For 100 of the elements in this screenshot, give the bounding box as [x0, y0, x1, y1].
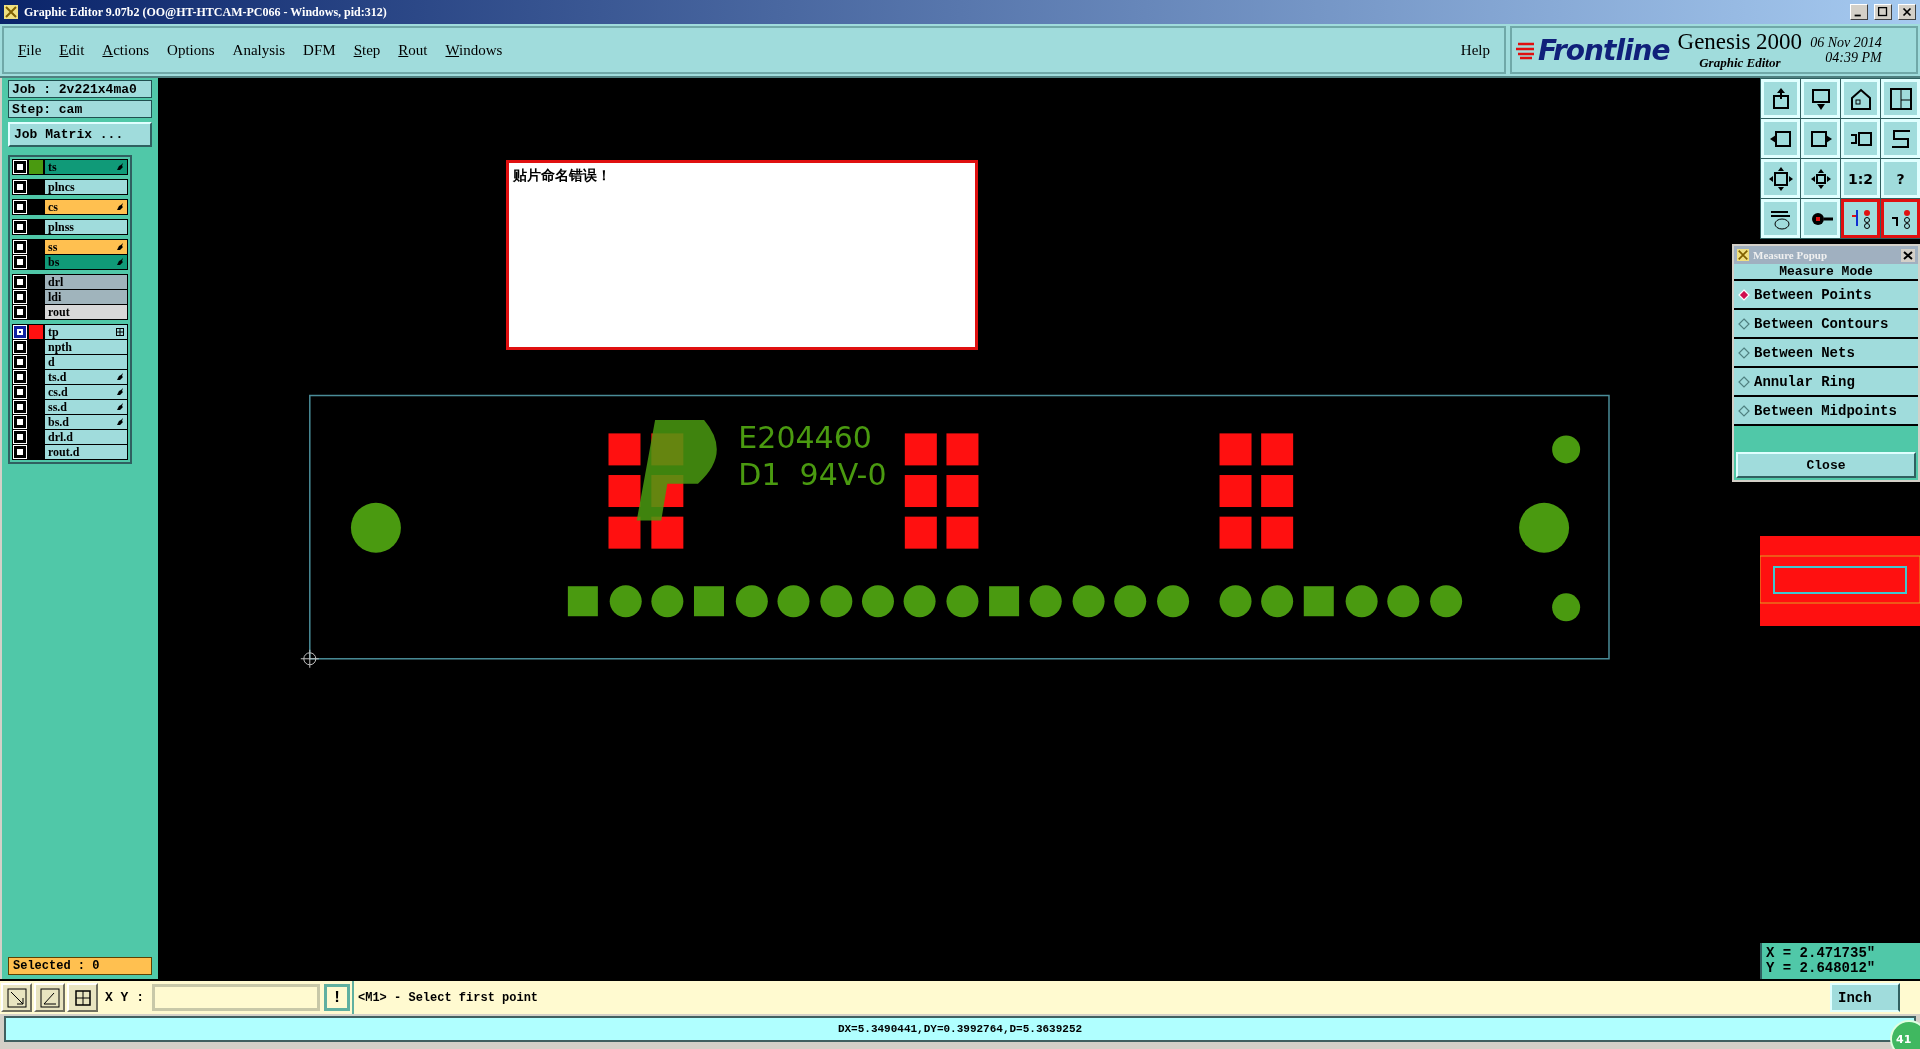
round-pad: [1387, 585, 1420, 618]
layer-item[interactable]: d: [45, 355, 127, 369]
layer-name: ts: [48, 159, 57, 175]
layer-item[interactable]: ts.d: [45, 370, 127, 384]
menu-item[interactable]: DFM: [303, 41, 336, 59]
menu-item[interactable]: Rout: [398, 41, 428, 59]
layer-checkbox[interactable]: [14, 356, 26, 368]
layer-checkbox[interactable]: [14, 416, 26, 428]
layer-name: bs: [48, 254, 60, 270]
layer-checkbox[interactable]: [14, 291, 26, 303]
measure-mode-option[interactable]: Between Contours: [1734, 310, 1918, 339]
measure-mode-option[interactable]: Between Midpoints: [1734, 397, 1918, 426]
layer-name: cs: [48, 199, 58, 215]
close-icon[interactable]: [1898, 4, 1916, 20]
toolbar-button[interactable]: 1:2: [1841, 159, 1880, 198]
layer-item[interactable]: bs: [45, 255, 127, 269]
layer-item[interactable]: cs.d: [45, 385, 127, 399]
layer-item[interactable]: rout.d: [45, 445, 127, 459]
radio-diamond[interactable]: [1738, 317, 1750, 330]
layer-checkbox[interactable]: [14, 241, 26, 253]
window-title: Graphic Editor 9.07b2 (OO@HT-HTCAM-PC066 - Windows, pid:312): [24, 4, 388, 20]
smd-pad: [904, 516, 937, 549]
snap-grid-button[interactable]: [67, 983, 98, 1012]
layer-name: ss: [48, 239, 58, 255]
layer-checkbox[interactable]: [14, 401, 26, 413]
layer-item[interactable]: plnss: [45, 220, 127, 234]
layer-item[interactable]: drl: [45, 275, 127, 289]
layer-checkbox[interactable]: [14, 201, 26, 213]
smd-pad: [608, 433, 641, 466]
layer-checkbox[interactable]: [14, 431, 26, 443]
layer-checkbox[interactable]: [14, 276, 26, 288]
menu-item[interactable]: Actions: [102, 41, 150, 59]
close-button[interactable]: Close: [1736, 452, 1916, 478]
layer-item[interactable]: ts: [45, 160, 127, 174]
grid-window-icon: [1887, 85, 1914, 112]
smd-pad: [651, 516, 684, 549]
round-pad: [946, 585, 979, 618]
job-matrix-button[interactable]: Job Matrix ...: [8, 122, 152, 147]
round-pad: [1219, 585, 1252, 618]
layer-checkbox[interactable]: [14, 386, 26, 398]
layer-checkbox[interactable]: [14, 446, 26, 458]
smd-pad: [1219, 433, 1252, 466]
measure-mode-option[interactable]: Between Points: [1734, 281, 1918, 310]
layer-item[interactable]: drl.d: [45, 430, 127, 444]
menu-item[interactable]: Analysis: [232, 41, 286, 59]
toolbar-button[interactable]: [1881, 199, 1920, 238]
menu-item[interactable]: Windows: [445, 41, 503, 59]
help-menu[interactable]: Help: [1460, 41, 1490, 59]
units-dropdown[interactable]: Inch: [1830, 983, 1900, 1012]
layer-item[interactable]: rout: [45, 305, 127, 319]
layer-name: ts.d: [48, 369, 67, 385]
radio-diamond[interactable]: [1738, 404, 1750, 417]
layer-checkbox[interactable]: [14, 221, 26, 233]
layer-checkbox[interactable]: [14, 161, 26, 173]
measure-mode-option[interactable]: Between Nets: [1734, 339, 1918, 368]
layer-checkbox[interactable]: [14, 256, 26, 268]
error-message: 贴片命名错误！: [513, 167, 611, 183]
maximize-icon[interactable]: [1874, 4, 1892, 20]
product-name: Genesis 2000: [1677, 29, 1803, 55]
smd-pad: [1261, 516, 1294, 549]
menu-item[interactable]: File: [18, 41, 42, 59]
round-pad: [777, 585, 810, 618]
xy-input-field[interactable]: [152, 984, 320, 1011]
layer-name: rout: [48, 304, 70, 320]
layer-checkbox[interactable]: [14, 341, 26, 353]
menu-item[interactable]: Step: [353, 41, 381, 59]
layer-checkbox[interactable]: [14, 181, 26, 193]
layer-item[interactable]: ldi: [45, 290, 127, 304]
speed-lines-icon: [1516, 40, 1536, 60]
close-icon[interactable]: [1901, 248, 1915, 262]
layer-item[interactable]: tp: [45, 325, 127, 339]
board-marking: E204460: [738, 420, 872, 456]
toolbar-button[interactable]: ?: [1881, 159, 1920, 198]
smd-pad: [904, 433, 937, 466]
layer-checkbox[interactable]: [14, 326, 26, 338]
grid-icon: [72, 987, 93, 1008]
layer-checkbox[interactable]: [14, 371, 26, 383]
radio-diamond[interactable]: [1738, 375, 1750, 388]
round-pad: [651, 585, 684, 618]
layer-item[interactable]: ss: [45, 240, 127, 254]
diagonal-arrow-button[interactable]: [1, 983, 32, 1012]
radio-diamond[interactable]: [1738, 346, 1750, 359]
layer-item[interactable]: ss.d: [45, 400, 127, 414]
measure-mode-option[interactable]: Annular Ring: [1734, 368, 1918, 397]
layer-item[interactable]: bs.d: [45, 415, 127, 429]
layer-item[interactable]: cs: [45, 200, 127, 214]
warning-button[interactable]: !: [324, 984, 350, 1011]
cursor-y: Y = 2.648012": [1766, 961, 1877, 976]
angle-measure-button[interactable]: [34, 983, 65, 1012]
round-pad: [1345, 585, 1378, 618]
menu-item[interactable]: Options: [167, 41, 215, 59]
round-pad: [350, 502, 401, 553]
layer-name: npth: [48, 339, 73, 355]
step-label: Step: cam: [8, 100, 152, 118]
layer-item[interactable]: plncs: [45, 180, 127, 194]
menu-item[interactable]: Edit: [59, 41, 85, 59]
toolbar-button[interactable]: [1841, 199, 1880, 238]
minimize-icon[interactable]: [1850, 4, 1868, 20]
layer-item[interactable]: npth: [45, 340, 127, 354]
layer-checkbox[interactable]: [14, 306, 26, 318]
